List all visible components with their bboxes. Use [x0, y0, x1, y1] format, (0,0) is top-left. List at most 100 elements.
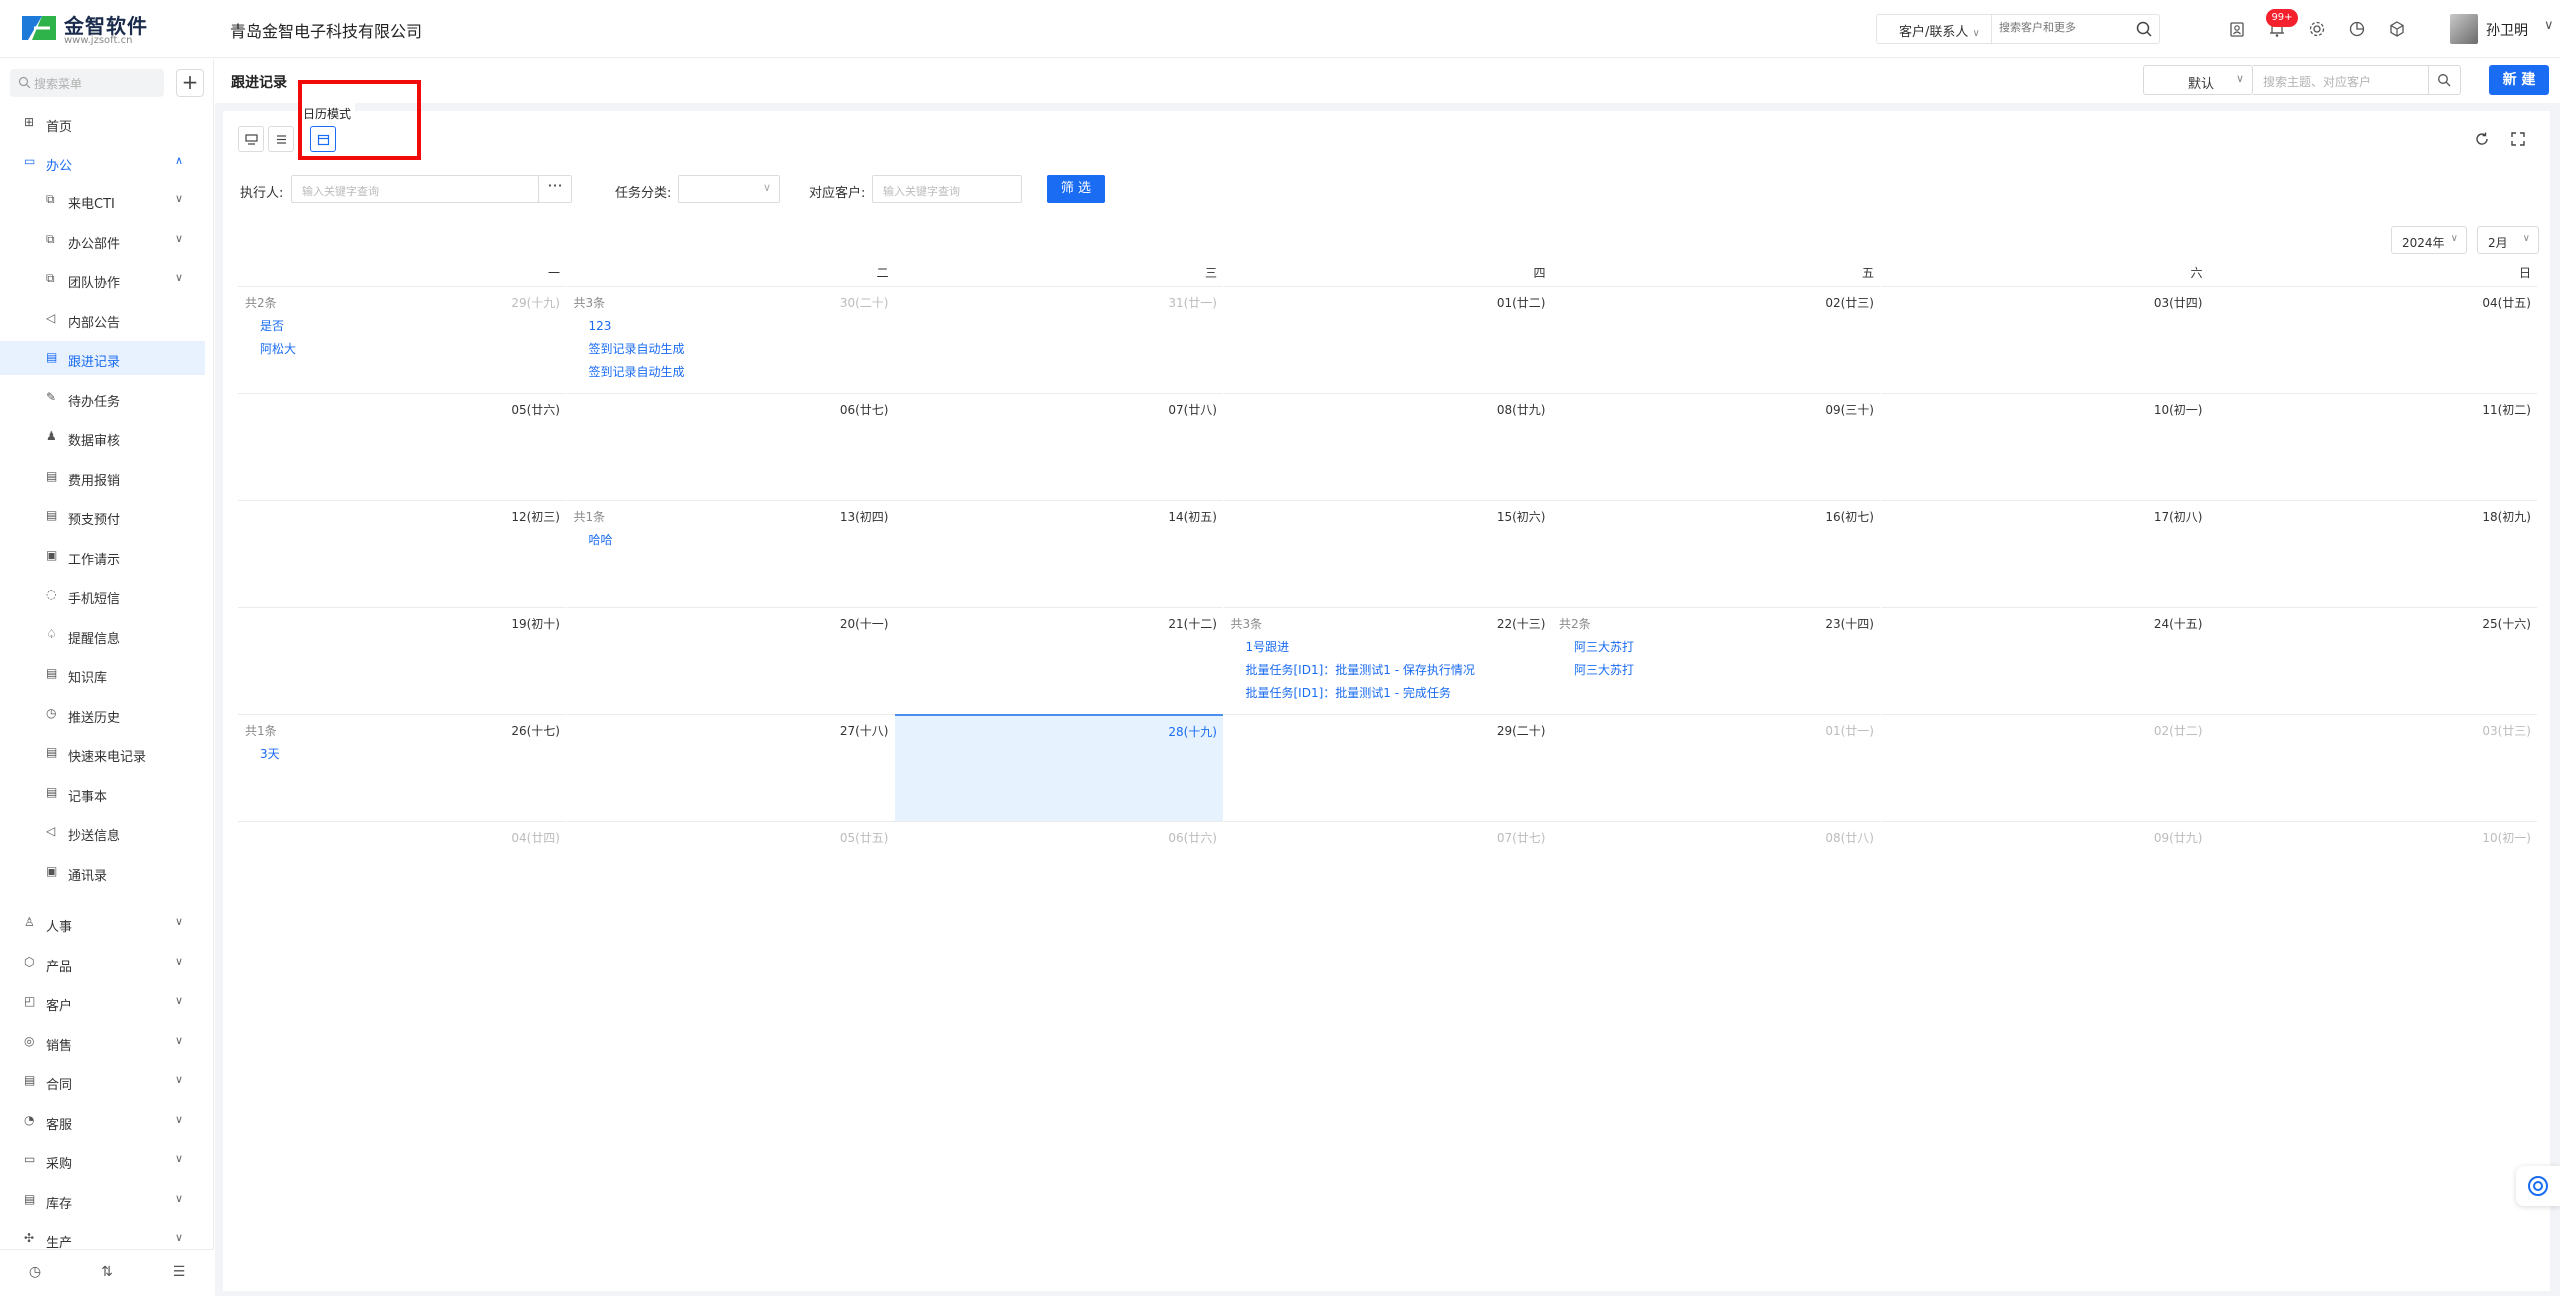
sidebar-item-office-17[interactable]: ▣ 通讯录	[0, 855, 205, 889]
calendar-event-link[interactable]: 批量任务[ID1]：批量测试1 - 完成任务	[1246, 682, 1475, 705]
sidebar-item-home[interactable]: ⊞ 首页	[0, 106, 205, 140]
calendar-day-cell[interactable]: 共2条 29(十九) 是否 阿松大	[238, 286, 566, 393]
calendar-day-cell[interactable]: 29(二十)	[1223, 714, 1552, 821]
calendar-day-cell[interactable]: 01(廿二)	[1223, 286, 1552, 393]
calendar-day-cell[interactable]: 05(廿六)	[238, 393, 566, 500]
cube-icon[interactable]	[2386, 18, 2408, 40]
search-icon[interactable]	[2135, 20, 2153, 38]
card-view-button[interactable]	[238, 126, 264, 152]
calendar-day-cell[interactable]: 15(初六)	[1223, 500, 1552, 607]
calendar-day-cell[interactable]: 03(廿三)	[2209, 714, 2537, 821]
calendar-day-cell[interactable]: 25(十六)	[2209, 607, 2537, 714]
sidebar-item-module-0[interactable]: ♙ 人事 ∨	[0, 906, 205, 940]
refresh-icon[interactable]	[2473, 130, 2491, 148]
sidebar-item-office-1[interactable]: ⧉ 办公部件 ∨	[0, 223, 205, 257]
calendar-day-cell[interactable]: 02(廿二)	[1880, 714, 2209, 821]
sidebar-item-office-7[interactable]: ▤ 费用报销	[0, 460, 205, 494]
calendar-day-cell[interactable]: 11(初二)	[2209, 393, 2537, 500]
calendar-day-cell[interactable]: 07(廿八)	[895, 393, 1223, 500]
calendar-event-link[interactable]: 阿松大	[260, 338, 296, 361]
sidebar-item-office-0[interactable]: ⧉ 来电CTI ∨	[0, 183, 205, 217]
sidebar-item-office-5[interactable]: ✎ 待办任务	[0, 381, 205, 415]
calendar-day-cell[interactable]: 08(廿九)	[1223, 393, 1552, 500]
calendar-day-cell[interactable]: 21(十二)	[895, 607, 1223, 714]
filter-button[interactable]: 筛 选	[1047, 175, 1105, 203]
sidebar-item-module-2[interactable]: ◰ 客户 ∨	[0, 985, 205, 1019]
gear-icon[interactable]	[2306, 18, 2328, 40]
pie-chart-icon[interactable]	[2346, 18, 2368, 40]
menu-search-input[interactable]: 搜索菜单	[10, 69, 164, 97]
record-search-button[interactable]	[2429, 65, 2461, 95]
global-search-input[interactable]	[1999, 21, 2129, 34]
calendar-day-cell[interactable]: 06(廿七)	[566, 393, 895, 500]
calendar-day-cell[interactable]: 31(廿一)	[895, 286, 1223, 393]
calendar-day-cell[interactable]: 09(廿九)	[1880, 821, 2209, 928]
calendar-event-link[interactable]: 是否	[260, 315, 296, 338]
sidebar-item-office-13[interactable]: ◷ 推送历史	[0, 697, 205, 731]
calendar-day-cell[interactable]: 03(廿四)	[1880, 286, 2209, 393]
calendar-event-link[interactable]: 阿三大苏打	[1574, 636, 1634, 659]
calendar-day-cell[interactable]: 10(初一)	[1880, 393, 2209, 500]
calendar-day-cell[interactable]: 共1条 26(十七) 3天	[238, 714, 566, 821]
sidebar-item-office-3[interactable]: ◁ 内部公告	[0, 302, 205, 336]
customer-input[interactable]: 输入关键字查询	[872, 175, 1022, 203]
calendar-day-cell[interactable]: 02(廿三)	[1552, 286, 1880, 393]
list-view-button[interactable]	[268, 126, 294, 152]
sort-icon[interactable]: ⇅	[98, 1264, 116, 1282]
month-select[interactable]: 2月 ∨	[2477, 226, 2539, 254]
sidebar-item-office-8[interactable]: ▤ 预支预付	[0, 499, 205, 533]
record-search-input[interactable]: 搜索主题、对应客户	[2253, 65, 2429, 95]
collapse-menu-icon[interactable]: ☰	[170, 1264, 188, 1282]
fullscreen-icon[interactable]	[2509, 130, 2527, 148]
calendar-event-link[interactable]: 123	[589, 315, 685, 338]
calendar-day-cell[interactable]: 共3条 22(十三) 1号跟进 批量任务[ID1]：批量测试1 - 保存执行情况 批量任…	[1223, 607, 1552, 714]
calendar-day-cell[interactable]: 20(十一)	[566, 607, 895, 714]
calendar-day-cell[interactable]: 共2条 23(十四) 阿三大苏打 阿三大苏打	[1552, 607, 1880, 714]
calendar-day-cell[interactable]: 09(三十)	[1552, 393, 1880, 500]
app-logo[interactable]: 金智软件 www.jzsoft.cn	[20, 10, 150, 46]
calendar-day-cell[interactable]: 27(十八)	[566, 714, 895, 821]
calendar-day-cell[interactable]: 06(廿六)	[895, 821, 1223, 928]
add-menu-button[interactable]: +	[176, 69, 204, 97]
view-select[interactable]: 默认 ∨	[2143, 65, 2253, 95]
calendar-day-cell[interactable]: 18(初九)	[2209, 500, 2537, 607]
calendar-day-cell[interactable]: 07(廿七)	[1223, 821, 1552, 928]
calendar-event-link[interactable]: 哈哈	[589, 529, 613, 552]
calendar-day-cell[interactable]: 05(廿五)	[566, 821, 895, 928]
calendar-day-cell[interactable]: 共3条 30(二十) 123 签到记录自动生成 签到记录自动生成	[566, 286, 895, 393]
calendar-day-cell[interactable]: 24(十五)	[1880, 607, 2209, 714]
calendar-day-cell[interactable]: 10(初一)	[2209, 821, 2537, 928]
calendar-day-cell[interactable]: 28(十九)	[895, 714, 1223, 821]
sidebar-item-office-14[interactable]: ▤ 快速来电记录	[0, 736, 205, 770]
history-icon[interactable]: ◷	[26, 1264, 44, 1282]
calendar-day-cell[interactable]: 08(廿八)	[1552, 821, 1880, 928]
calendar-day-cell[interactable]: 04(廿五)	[2209, 286, 2537, 393]
sidebar-item-office-6[interactable]: ♟ 数据审核	[0, 420, 205, 454]
calendar-day-cell[interactable]: 16(初七)	[1552, 500, 1880, 607]
calendar-day-cell[interactable]: 12(初三)	[238, 500, 566, 607]
calendar-day-cell[interactable]: 14(初五)	[895, 500, 1223, 607]
sidebar-item-office-2[interactable]: ⧉ 团队协作 ∨	[0, 262, 205, 296]
sidebar-item-module-4[interactable]: ▤ 合同 ∨	[0, 1064, 205, 1098]
sidebar-item-office-10[interactable]: ◌ 手机短信	[0, 578, 205, 612]
calendar-event-link[interactable]: 签到记录自动生成	[589, 361, 685, 384]
sidebar-item-office-16[interactable]: ◁ 抄送信息	[0, 815, 205, 849]
sidebar-item-module-1[interactable]: ⬡ 产品 ∨	[0, 946, 205, 980]
assistant-float-button[interactable]	[2516, 1166, 2560, 1206]
calendar-day-cell[interactable]: 04(廿四)	[238, 821, 566, 928]
calendar-day-cell[interactable]: 19(初十)	[238, 607, 566, 714]
sidebar-item-office-15[interactable]: ▤ 记事本	[0, 776, 205, 810]
category-select[interactable]: ∨	[678, 175, 780, 203]
sidebar-item-module-5[interactable]: ◔ 客服 ∨	[0, 1104, 205, 1138]
calendar-day-cell[interactable]: 共1条 13(初四) 哈哈	[566, 500, 895, 607]
calendar-event-link[interactable]: 1号跟进	[1246, 636, 1475, 659]
calendar-event-link[interactable]: 签到记录自动生成	[589, 338, 685, 361]
sidebar-item-module-7[interactable]: ▤ 库存 ∨	[0, 1183, 205, 1217]
sidebar-item-office-4[interactable]: ▤ 跟进记录	[0, 341, 205, 375]
sidebar-item-office-12[interactable]: ▤ 知识库	[0, 657, 205, 691]
executor-input[interactable]: 输入关键字查询	[291, 175, 539, 203]
calendar-event-link[interactable]: 3天	[260, 743, 280, 766]
calendar-day-cell[interactable]: 17(初八)	[1880, 500, 2209, 607]
calendar-event-link[interactable]: 批量任务[ID1]：批量测试1 - 保存执行情况	[1246, 659, 1475, 682]
more-button[interactable]: ···	[538, 175, 572, 203]
